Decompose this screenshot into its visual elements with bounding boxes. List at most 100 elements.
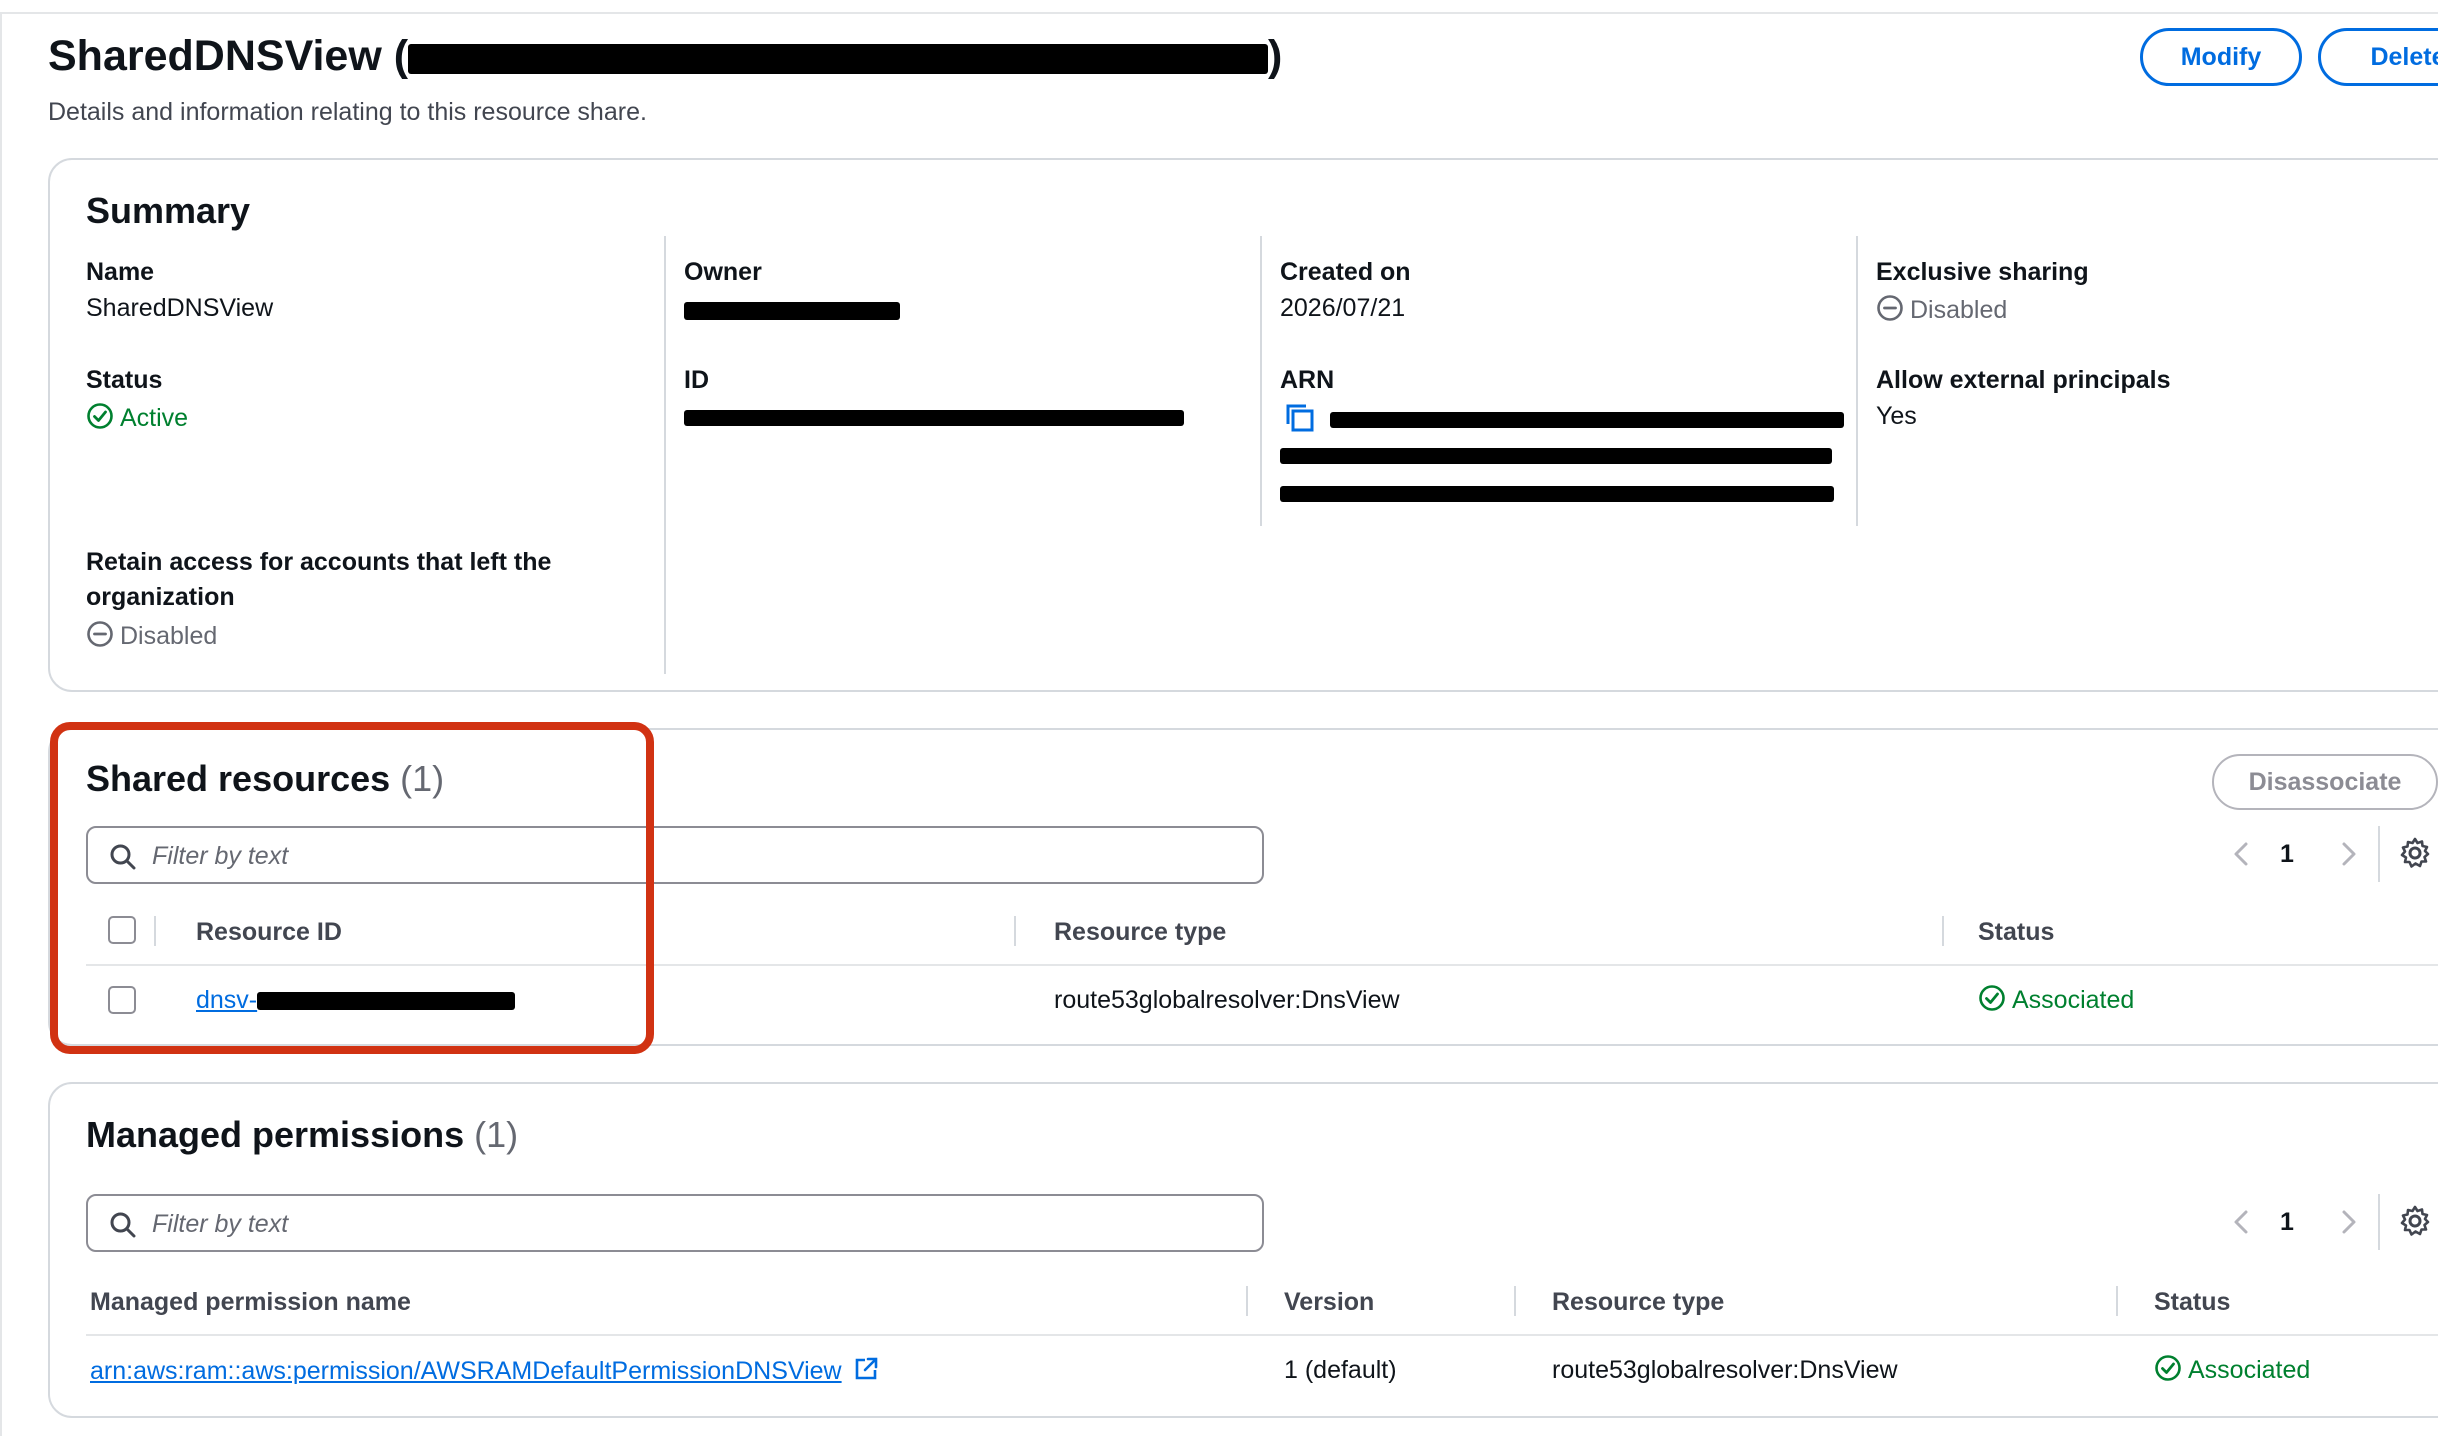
shared-resources-title: Shared resources — [86, 758, 391, 799]
header-divider — [1246, 1286, 1248, 1316]
redacted-arn-line1 — [1330, 412, 1844, 428]
created-on-value: 2026/07/21 — [1280, 294, 1406, 322]
column-header-resource-type[interactable]: Resource type — [1054, 918, 1226, 947]
search-icon — [108, 842, 138, 877]
managed-permissions-container: Managed permissions (1) Filter by text 1… — [48, 1082, 2438, 1418]
retain-access-text: Disabled — [120, 622, 218, 651]
exclusive-sharing-label: Exclusive sharing — [1876, 258, 2089, 286]
copy-icon[interactable] — [1284, 402, 1316, 439]
status-text: Associated — [2012, 986, 2135, 1015]
allow-external-value: Yes — [1876, 402, 1917, 430]
managed-permissions-title: Managed permissions — [86, 1114, 465, 1155]
redacted-share-id — [408, 43, 1269, 74]
shared-resources-count: (1) — [400, 758, 445, 799]
header-divider — [1514, 1286, 1516, 1316]
page-title-suffix: ) — [1268, 32, 1283, 80]
check-circle-icon — [86, 402, 114, 437]
disabled-circle-icon — [1876, 294, 1904, 329]
filter-placeholder: Filter by text — [152, 1210, 289, 1238]
status-cell: Associated — [1978, 984, 2134, 1019]
name-label: Name — [86, 258, 155, 286]
search-icon — [108, 1210, 138, 1245]
shared-resources-container: Shared resources (1) Disassociate Filter… — [48, 728, 2438, 1046]
header-divider — [154, 916, 156, 946]
pagination-next-icon[interactable] — [2336, 838, 2360, 875]
status-text: Active — [120, 404, 189, 433]
left-border — [0, 12, 2, 1436]
column-header-permission-name[interactable]: Managed permission name — [90, 1288, 411, 1317]
arn-label: ARN — [1280, 366, 1335, 394]
modify-button[interactable]: Modify — [2140, 28, 2302, 86]
pagination-prev-icon[interactable] — [2230, 838, 2254, 875]
select-all-checkbox[interactable] — [108, 916, 136, 944]
redacted-arn-line3 — [1280, 486, 1834, 502]
pagination-divider — [2378, 826, 2380, 882]
column-header-resource-type[interactable]: Resource type — [1552, 1288, 1724, 1317]
column-header-status[interactable]: Status — [1978, 918, 2054, 947]
column-divider — [1260, 236, 1262, 526]
redacted-arn-line2 — [1280, 448, 1832, 464]
retain-access-value: Disabled — [86, 620, 217, 655]
pagination-prev-icon[interactable] — [2230, 1206, 2254, 1243]
shared-resources-heading: Shared resources (1) — [86, 758, 444, 800]
managed-permissions-heading: Managed permissions (1) — [86, 1114, 518, 1156]
check-circle-icon — [2154, 1354, 2182, 1389]
summary-heading: Summary — [86, 190, 251, 231]
header-divider — [2116, 1286, 2118, 1316]
permission-name-link[interactable]: arn:aws:ram::aws:permission/AWSRAMDefaul… — [90, 1356, 885, 1389]
status-label: Status — [86, 366, 163, 394]
retain-access-label-line2: organization — [86, 583, 235, 611]
column-divider — [664, 236, 666, 674]
page-title-text: SharedDNSView ( — [48, 32, 409, 80]
allow-external-label: Allow external principals — [1876, 366, 2171, 394]
settings-gear-icon[interactable] — [2398, 836, 2432, 875]
resource-id-link[interactable]: dnsv- — [196, 986, 516, 1015]
resource-id-prefix[interactable]: dnsv- — [196, 986, 257, 1014]
pagination-divider — [2378, 1194, 2380, 1250]
header-row-divider — [86, 1334, 2438, 1336]
column-divider — [1856, 236, 1858, 526]
pagination-page[interactable]: 1 — [2280, 840, 2294, 869]
retain-access-label: Retain access for accounts that left the… — [86, 548, 551, 612]
filter-placeholder: Filter by text — [152, 842, 289, 870]
disassociate-button[interactable]: Disassociate — [2212, 754, 2438, 810]
status-value: Active — [86, 402, 188, 437]
delete-button[interactable]: Delete — [2318, 28, 2438, 86]
redacted-id — [684, 410, 1184, 426]
column-header-version[interactable]: Version — [1284, 1288, 1374, 1317]
status-cell: Associated — [2154, 1354, 2310, 1389]
header-divider — [1942, 916, 1944, 946]
exclusive-sharing-text: Disabled — [1910, 296, 2008, 325]
top-border — [0, 12, 2438, 14]
status-text: Associated — [2188, 1356, 2311, 1385]
pagination-next-icon[interactable] — [2336, 1206, 2360, 1243]
name-value: SharedDNSView — [86, 294, 274, 322]
external-link-icon[interactable] — [853, 1356, 879, 1389]
settings-gear-icon[interactable] — [2398, 1204, 2432, 1243]
owner-label: Owner — [684, 258, 762, 286]
disabled-circle-icon — [86, 620, 114, 655]
column-header-resource-id[interactable]: Resource ID — [196, 918, 342, 947]
header-divider — [1014, 916, 1016, 946]
created-on-label: Created on — [1280, 258, 1411, 286]
check-circle-icon — [1978, 984, 2006, 1019]
page-title: SharedDNSView () — [48, 32, 1282, 81]
version-cell: 1 (default) — [1284, 1356, 1397, 1384]
id-label: ID — [684, 366, 709, 394]
permission-name-text[interactable]: arn:aws:ram::aws:permission/AWSRAMDefaul… — [90, 1357, 842, 1385]
retain-access-label-line1: Retain access for accounts that left the — [86, 548, 552, 576]
column-header-status[interactable]: Status — [2154, 1288, 2230, 1317]
resource-type-cell: route53globalresolver:DnsView — [1054, 986, 1400, 1014]
redacted-owner — [684, 302, 900, 320]
summary-container: Summary Name SharedDNSView Status Active… — [48, 158, 2438, 692]
header-row-divider — [86, 964, 2438, 966]
row-checkbox[interactable] — [108, 986, 136, 1014]
pagination-page[interactable]: 1 — [2280, 1208, 2294, 1237]
exclusive-sharing-value: Disabled — [1876, 294, 2007, 329]
shared-resources-filter-input[interactable]: Filter by text — [86, 826, 1264, 884]
managed-permissions-count: (1) — [474, 1114, 519, 1155]
page-description: Details and information relating to this… — [48, 98, 647, 126]
resource-type-cell: route53globalresolver:DnsView — [1552, 1356, 1898, 1384]
managed-permissions-filter-input[interactable]: Filter by text — [86, 1194, 1264, 1252]
redacted-resource-id — [257, 992, 516, 1011]
